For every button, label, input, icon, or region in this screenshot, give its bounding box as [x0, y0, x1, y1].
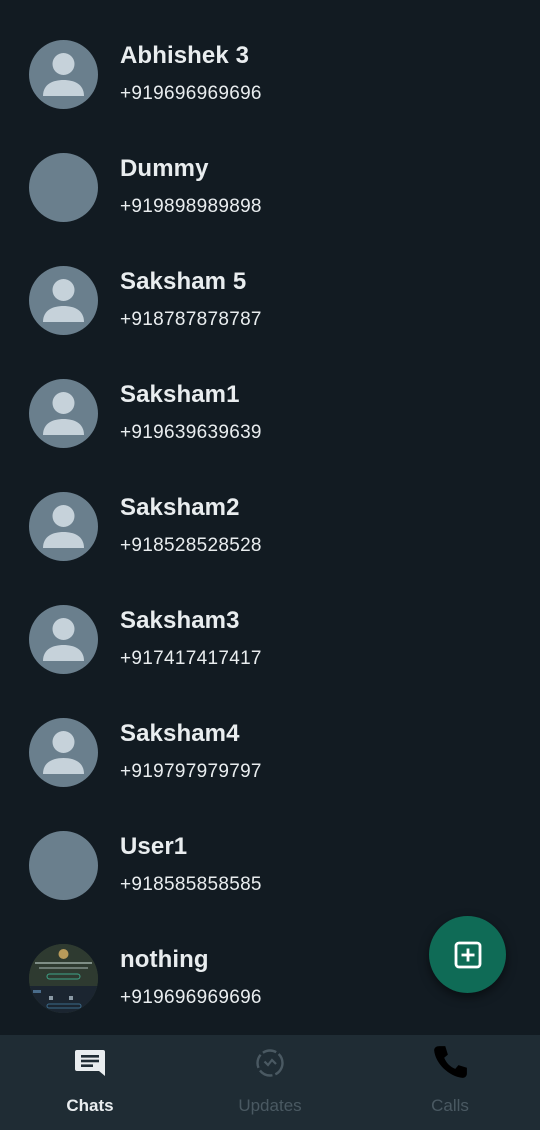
new-chat-button[interactable] — [429, 916, 506, 993]
contact-row[interactable]: Saksham3 +917417417417 — [0, 605, 540, 718]
person-icon — [29, 40, 98, 109]
tab-updates[interactable]: Updates — [180, 1035, 360, 1130]
blank-avatar — [29, 153, 98, 222]
contact-list-screen: Abhishek 3 +919696969696 Dummy +91989898… — [0, 0, 540, 1130]
contact-phone: +919639639639 — [120, 422, 262, 443]
contact-name: Saksham 5 — [120, 268, 247, 295]
contact-name: Saksham1 — [120, 381, 240, 408]
chat-icon — [75, 1050, 105, 1076]
contact-row[interactable]: Saksham1 +919639639639 — [0, 379, 540, 492]
contact-name: Saksham4 — [120, 720, 240, 747]
contact-phone: +919898989898 — [120, 196, 262, 217]
blank-avatar — [29, 831, 98, 900]
phone-icon — [434, 1046, 467, 1078]
contact-row[interactable]: Saksham 5 +918787878787 — [0, 266, 540, 379]
contact-phone: +919696969696 — [120, 987, 262, 1008]
tab-calls[interactable]: Calls — [360, 1035, 540, 1130]
add-box-icon — [454, 941, 481, 968]
contact-phone: +917417417417 — [120, 648, 262, 669]
person-icon — [29, 266, 98, 335]
tab-chats-label: Chats — [66, 1096, 114, 1115]
status-icon — [256, 1049, 284, 1077]
contact-phone: +918528528528 — [120, 535, 262, 556]
photo-avatar — [29, 944, 98, 1013]
contact-row[interactable]: Abhishek 3 +919696969696 — [0, 40, 540, 153]
contact-phone: +918787878787 — [120, 309, 262, 330]
person-icon — [29, 379, 98, 448]
contact-phone: +919797979797 — [120, 761, 262, 782]
person-icon — [29, 492, 98, 561]
contact-name: Saksham3 — [120, 607, 240, 634]
tab-updates-label: Updates — [238, 1096, 302, 1115]
contact-row[interactable]: Saksham4 +919797979797 — [0, 718, 540, 831]
contact-row[interactable]: Dummy +919898989898 — [0, 153, 540, 266]
contact-name: Dummy — [120, 155, 209, 182]
contact-name: nothing — [120, 946, 209, 973]
contact-phone: +918585858585 — [120, 874, 262, 895]
contact-name: User1 — [120, 833, 188, 860]
contact-phone: +919696969696 — [120, 83, 262, 104]
tab-calls-label: Calls — [431, 1096, 469, 1115]
person-icon — [29, 605, 98, 674]
contact-row[interactable]: Saksham2 +918528528528 — [0, 492, 540, 605]
person-icon — [29, 718, 98, 787]
tab-chats[interactable]: Chats — [0, 1035, 180, 1130]
contact-name: Abhishek 3 — [120, 42, 250, 69]
bottom-navigation: Chats Updates Calls — [0, 1035, 540, 1130]
contact-name: Saksham2 — [120, 494, 240, 521]
